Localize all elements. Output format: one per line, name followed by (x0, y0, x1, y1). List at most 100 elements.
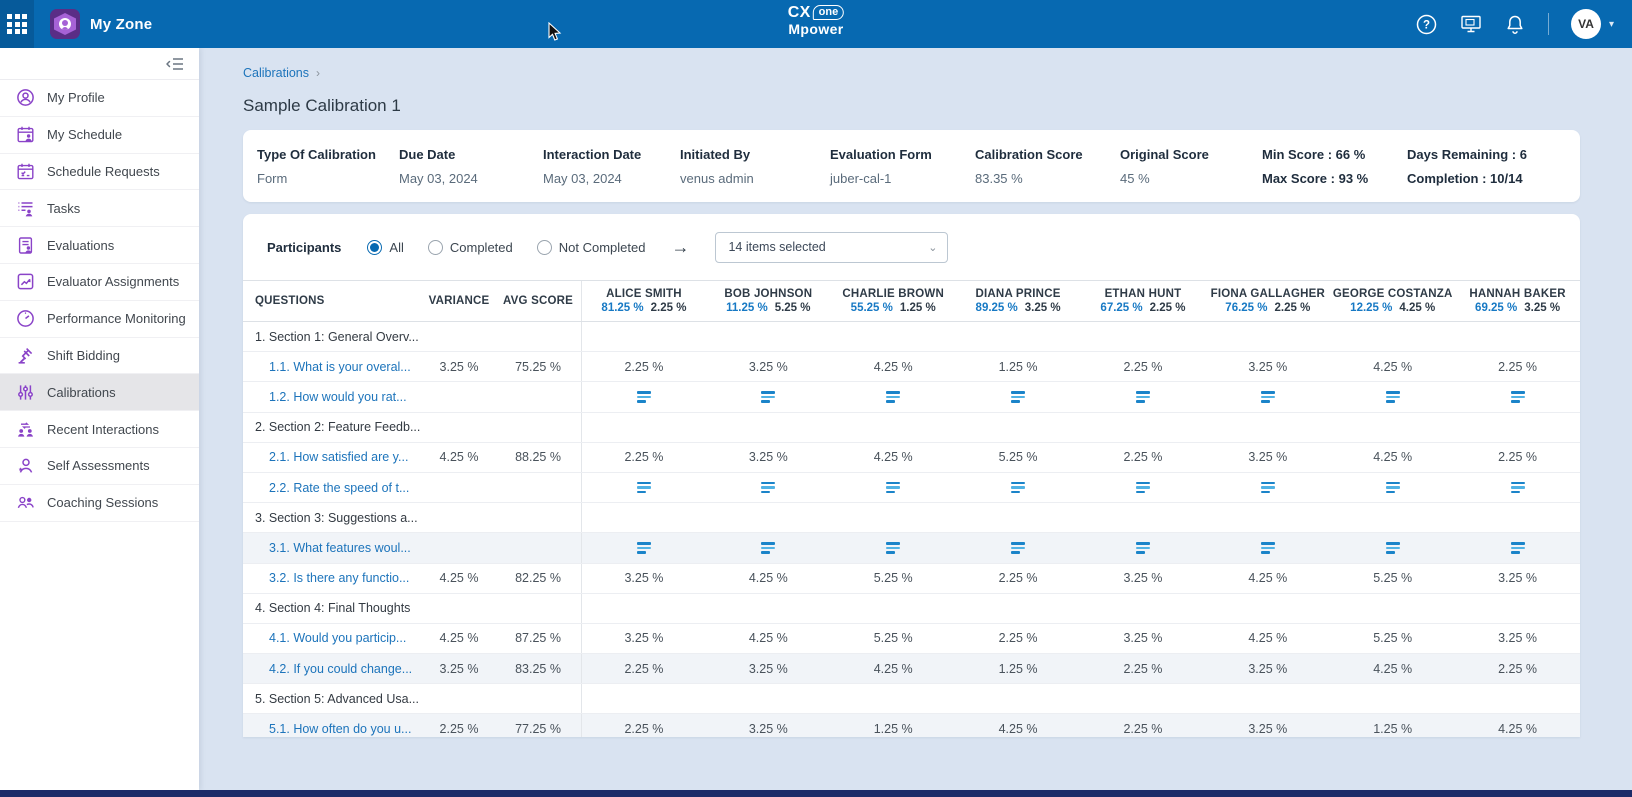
participant-cell: 5.25 % (831, 564, 956, 593)
section-row-spacer (581, 594, 1580, 623)
participant-cell: 4.25 % (831, 352, 956, 381)
question-link[interactable]: 2.1. How satisfied are y... (243, 450, 423, 464)
radio-option-completed[interactable]: Completed (428, 240, 513, 255)
column-header-questions: QUESTIONS (243, 295, 423, 307)
sidebar-item-my-profile[interactable]: My Profile (0, 80, 199, 117)
participant-cell: 2.25 % (1455, 352, 1580, 381)
help-icon[interactable]: ? (1416, 13, 1438, 35)
comment-icon[interactable] (1136, 482, 1150, 494)
participant-cell (1081, 382, 1206, 411)
participant-score: 11.25 % (726, 302, 768, 314)
participants-dropdown[interactable]: 14 items selected ⌄ (715, 232, 948, 263)
radio-label: Completed (450, 240, 513, 255)
avg-score-value: 82.25 % (495, 571, 581, 585)
question-link[interactable]: 2.2. Rate the speed of t... (243, 481, 423, 495)
participant-score: 67.25 % (1100, 302, 1142, 314)
question-link[interactable]: 4.1. Would you particip... (243, 631, 423, 645)
comment-icon[interactable] (1511, 391, 1525, 403)
comment-icon[interactable] (1511, 482, 1525, 494)
comment-icon[interactable] (886, 482, 900, 494)
comment-icon[interactable] (1386, 542, 1400, 554)
summary-field-label: Initiated By (680, 147, 830, 162)
comment-icon[interactable] (1386, 482, 1400, 494)
participant-cell (956, 533, 1081, 562)
breadcrumb-calibrations-link[interactable]: Calibrations (243, 66, 309, 80)
participant-variance: 4.25 % (1399, 302, 1435, 314)
radio-option-not-completed[interactable]: Not Completed (537, 240, 646, 255)
sidebar-item-coaching-sessions[interactable]: Coaching Sessions (0, 485, 199, 522)
participant-cell: 2.25 % (581, 443, 706, 472)
comment-icon[interactable] (1011, 542, 1025, 554)
question-link[interactable]: 3.1. What features woul... (243, 541, 423, 555)
min-score: Min Score : 66 % (1262, 147, 1407, 162)
notifications-bell-icon[interactable] (1504, 13, 1526, 35)
question-link[interactable]: 4.2. If you could change... (243, 662, 423, 676)
sidebar-item-self-assessments[interactable]: Self Assessments (0, 448, 199, 485)
comment-icon[interactable] (761, 542, 775, 554)
question-link[interactable]: 1.1. What is your overal... (243, 360, 423, 374)
calibration-summary-card: Type Of CalibrationFormDue DateMay 03, 2… (243, 130, 1580, 202)
comment-icon[interactable] (637, 391, 651, 403)
question-link[interactable]: 3.2. Is there any functio... (243, 571, 423, 585)
apps-grid-icon[interactable] (0, 0, 34, 48)
participant-score: 76.25 % (1225, 302, 1267, 314)
sidebar-item-my-schedule[interactable]: My Schedule (0, 117, 199, 154)
sidebar-item-calibrations[interactable]: Calibrations (0, 374, 199, 411)
comment-icon[interactable] (1261, 542, 1275, 554)
comment-icon[interactable] (886, 542, 900, 554)
sidebar-item-evaluations[interactable]: Evaluations (0, 227, 199, 264)
table-row-section: 3. Section 3: Suggestions a... (243, 503, 1580, 533)
participant-cell: 4.25 % (1330, 654, 1455, 683)
score-value: 4.25 % (1498, 722, 1537, 736)
minmax-score-block: Min Score : 66 % Max Score : 93 % (1262, 147, 1407, 186)
participant-variance: 3.25 % (1524, 302, 1560, 314)
participant-score: 69.25 % (1475, 302, 1517, 314)
sidebar-item-evaluator-assignments[interactable]: Evaluator Assignments (0, 264, 199, 301)
participant-header: ALICE SMITH81.25 %2.25 % (581, 281, 706, 321)
comment-icon[interactable] (1386, 391, 1400, 403)
participant-cell: 1.25 % (831, 714, 956, 737)
summary-field-label: Original Score (1120, 147, 1262, 162)
sidebar-collapse-icon[interactable] (165, 56, 185, 72)
sidebar-item-schedule-requests[interactable]: Schedule Requests (0, 154, 199, 191)
participant-cell: 3.25 % (706, 714, 831, 737)
participant-name: DIANA PRINCE (976, 288, 1061, 300)
question-link[interactable]: 5.1. How often do you u... (243, 722, 423, 736)
summary-field-label: Calibration Score (975, 147, 1120, 162)
waffle-grid-icon (7, 14, 27, 34)
score-value: 4.25 % (874, 450, 913, 464)
user-avatar[interactable]: VA (1571, 9, 1601, 39)
comment-icon[interactable] (637, 482, 651, 494)
comment-icon[interactable] (761, 482, 775, 494)
avg-score-value: 77.25 % (495, 722, 581, 736)
sidebar-item-performance-monitoring[interactable]: Performance Monitoring (0, 301, 199, 338)
sidebar-item-shift-bidding[interactable]: Shift Bidding (0, 338, 199, 375)
comment-icon[interactable] (1261, 391, 1275, 403)
screen-share-icon[interactable] (1460, 13, 1482, 35)
participant-cell: 5.25 % (831, 624, 956, 653)
comment-icon[interactable] (637, 542, 651, 554)
variance-value: 4.25 % (423, 571, 495, 585)
sidebar-item-tasks[interactable]: Tasks (0, 190, 199, 227)
comment-icon[interactable] (1011, 482, 1025, 494)
document-user-icon (15, 235, 35, 255)
comment-icon[interactable] (1011, 391, 1025, 403)
question-link[interactable]: 1.2. How would you rat... (243, 390, 423, 404)
radio-option-all[interactable]: All (367, 240, 403, 255)
comment-icon[interactable] (886, 391, 900, 403)
comment-icon[interactable] (1511, 542, 1525, 554)
participant-scores: 69.25 % 3.25 % (1475, 302, 1560, 314)
participant-cell (1205, 533, 1330, 562)
sidebar-item-recent-interactions[interactable]: Recent Interactions (0, 411, 199, 448)
comment-icon[interactable] (1136, 542, 1150, 554)
score-value: 3.25 % (749, 450, 788, 464)
avatar-caret-icon[interactable]: ▾ (1609, 19, 1614, 30)
user-circle-icon (15, 88, 35, 108)
topbar-divider (1548, 13, 1549, 35)
comment-icon[interactable] (1261, 482, 1275, 494)
comment-icon[interactable] (1136, 391, 1150, 403)
svg-text:?: ? (1423, 19, 1430, 31)
comment-icon[interactable] (761, 391, 775, 403)
score-value: 5.25 % (1373, 571, 1412, 585)
score-value: 5.25 % (874, 631, 913, 645)
